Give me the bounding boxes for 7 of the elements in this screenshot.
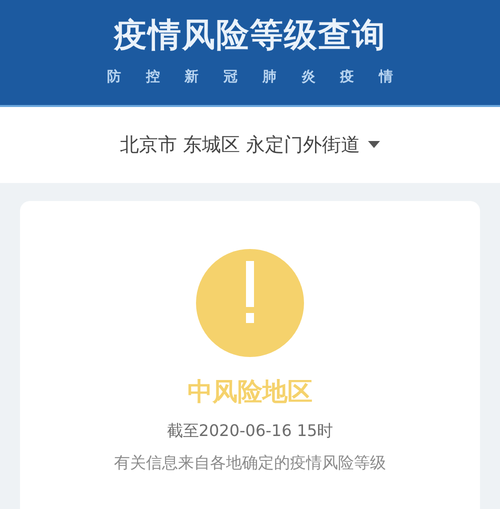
source-note: 有关信息来自各地确定的疫情风险等级: [114, 452, 386, 474]
page-subtitle: 防 控 新 冠 肺 炎 疫 情: [106, 68, 394, 86]
caret-icon: [368, 141, 380, 149]
risk-level: 中风险地区: [188, 376, 312, 408]
location-selector[interactable]: 北京市 东城区 永定门外街道: [120, 130, 380, 160]
update-time: 截至2020-06-16 15时: [166, 420, 334, 442]
page-title: 疫情风险等级查询: [114, 18, 386, 50]
